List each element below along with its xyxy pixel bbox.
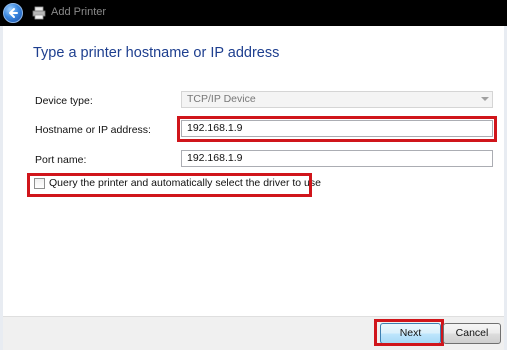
port-name-input[interactable]: 192.168.1.9 bbox=[181, 150, 493, 167]
device-type-value: TCP/IP Device bbox=[187, 93, 256, 105]
next-highlight-box bbox=[374, 319, 444, 346]
back-button[interactable] bbox=[3, 3, 23, 23]
hostname-label: Hostname or IP address: bbox=[35, 124, 151, 136]
device-type-label: Device type: bbox=[35, 95, 93, 107]
title-bar: Add Printer bbox=[0, 0, 507, 26]
printer-icon bbox=[32, 6, 46, 20]
port-name-value: 192.168.1.9 bbox=[187, 152, 243, 164]
cancel-button[interactable]: Cancel bbox=[443, 323, 501, 344]
window-title: Add Printer bbox=[51, 6, 107, 18]
checkbox-highlight-box bbox=[27, 173, 312, 197]
port-name-label: Port name: bbox=[35, 154, 87, 166]
back-arrow-icon bbox=[9, 8, 18, 18]
hostname-highlight-box bbox=[177, 116, 497, 142]
chevron-down-icon bbox=[481, 97, 489, 101]
device-type-select[interactable]: TCP/IP Device bbox=[181, 91, 493, 108]
page-heading: Type a printer hostname or IP address bbox=[33, 45, 280, 61]
add-printer-window: Add Printer Type a printer hostname or I… bbox=[0, 0, 507, 350]
window-border-left bbox=[0, 26, 3, 350]
